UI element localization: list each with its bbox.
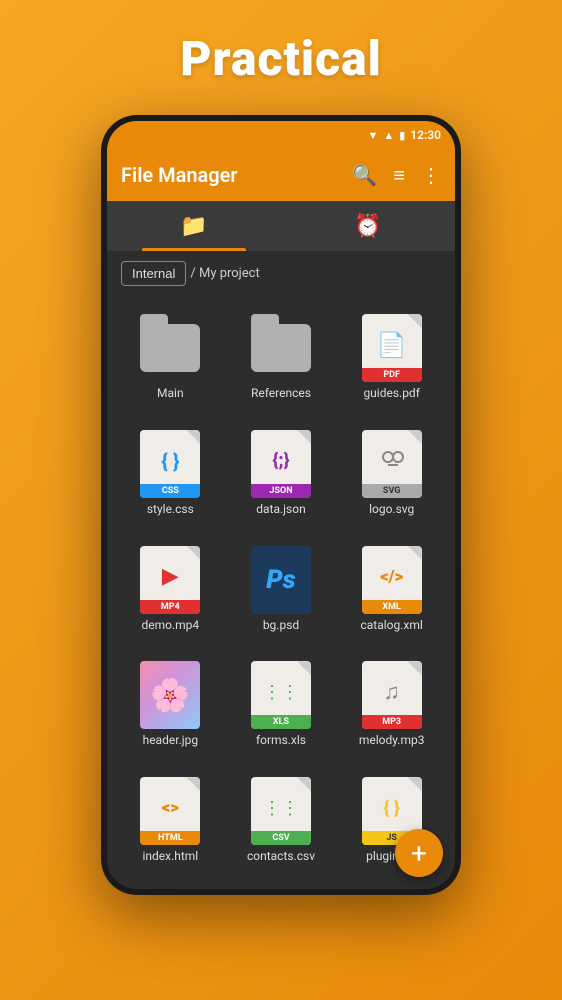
tab-bar: 📁 ⏰: [107, 201, 455, 251]
json-file-icon: {;} JSON: [251, 430, 311, 498]
file-name: contacts.csv: [247, 849, 315, 863]
list-item[interactable]: ♫ MP3 melody.mp3: [338, 653, 445, 763]
file-name: melody.mp3: [359, 733, 425, 747]
list-item[interactable]: Main: [117, 306, 224, 416]
breadcrumb: Internal / My project: [107, 251, 455, 296]
folder-tab-icon: 📁: [180, 214, 207, 239]
file-grid: Main References 📄 PDF: [107, 296, 455, 889]
list-item[interactable]: 🌸 header.jpg: [117, 653, 224, 763]
list-item[interactable]: 📄 PDF guides.pdf: [338, 306, 445, 416]
file-name: data.json: [256, 502, 305, 516]
clock-tab-icon: ⏰: [354, 214, 381, 239]
file-name: Main: [157, 386, 184, 400]
status-time: 12:30: [410, 128, 441, 142]
xml-file-icon: </> XML: [362, 546, 422, 614]
signal-icon: ▲: [383, 129, 394, 142]
file-name: index.html: [142, 849, 198, 863]
folder-icon: [140, 324, 200, 372]
list-item[interactable]: ⋮⋮ CSV contacts.csv: [228, 769, 335, 879]
status-bar: ▼ ▲ ▮ 12:30: [107, 121, 455, 149]
file-name: guides.pdf: [363, 386, 419, 400]
file-name: logo.svg: [369, 502, 414, 516]
svg-file-icon: SVG: [362, 430, 422, 498]
wifi-icon: ▼: [367, 129, 378, 142]
app-bar: File Manager 🔍 ≡ ⋮: [107, 149, 455, 201]
list-item[interactable]: { } CSS style.css: [117, 422, 224, 532]
list-item[interactable]: References: [228, 306, 335, 416]
ps-icon: Ps: [266, 565, 295, 595]
file-name: References: [251, 386, 311, 400]
battery-icon: ▮: [399, 129, 405, 142]
jpg-file-icon: 🌸: [140, 661, 200, 729]
css-file-icon: { } CSS: [140, 430, 200, 498]
list-item[interactable]: ⋮⋮ XLS forms.xls: [228, 653, 335, 763]
phone-screen: ▼ ▲ ▮ 12:30 File Manager 🔍 ≡ ⋮ 📁 ⏰: [107, 121, 455, 889]
breadcrumb-path: / My project: [190, 266, 259, 281]
csv-file-icon: ⋮⋮ CSV: [251, 777, 311, 845]
mp3-file-icon: ♫ MP3: [362, 661, 422, 729]
page-title: Practical: [180, 30, 382, 87]
app-bar-title: File Manager: [121, 163, 352, 187]
add-file-button[interactable]: +: [395, 829, 443, 877]
list-item[interactable]: <> HTML index.html: [117, 769, 224, 879]
list-item[interactable]: SVG logo.svg: [338, 422, 445, 532]
phone-shell: ▼ ▲ ▮ 12:30 File Manager 🔍 ≡ ⋮ 📁 ⏰: [101, 115, 461, 895]
list-item[interactable]: </> XML catalog.xml: [338, 538, 445, 648]
file-name: bg.psd: [263, 618, 299, 632]
file-name: style.css: [147, 502, 194, 516]
pdf-file-icon: 📄 PDF: [362, 314, 422, 382]
search-icon[interactable]: 🔍: [352, 163, 377, 187]
mp4-file-icon: ▶ MP4: [140, 546, 200, 614]
more-icon[interactable]: ⋮: [421, 163, 441, 187]
list-item[interactable]: Ps bg.psd: [228, 538, 335, 648]
breadcrumb-root[interactable]: Internal: [121, 261, 186, 286]
list-item[interactable]: ▶ MP4 demo.mp4: [117, 538, 224, 648]
list-item[interactable]: {;} JSON data.json: [228, 422, 335, 532]
tab-recent[interactable]: ⏰: [281, 201, 455, 251]
psd-file-icon: Ps: [251, 546, 311, 614]
html-file-icon: <> HTML: [140, 777, 200, 845]
file-name: header.jpg: [143, 733, 199, 747]
flower-icon: 🌸: [150, 676, 190, 714]
file-name: forms.xls: [256, 733, 306, 747]
xls-file-icon: ⋮⋮ XLS: [251, 661, 311, 729]
file-name: demo.mp4: [141, 618, 199, 632]
folder-icon: [251, 324, 311, 372]
sort-icon[interactable]: ≡: [393, 163, 405, 188]
tab-folder[interactable]: 📁: [107, 201, 281, 251]
file-name: catalog.xml: [360, 618, 422, 632]
